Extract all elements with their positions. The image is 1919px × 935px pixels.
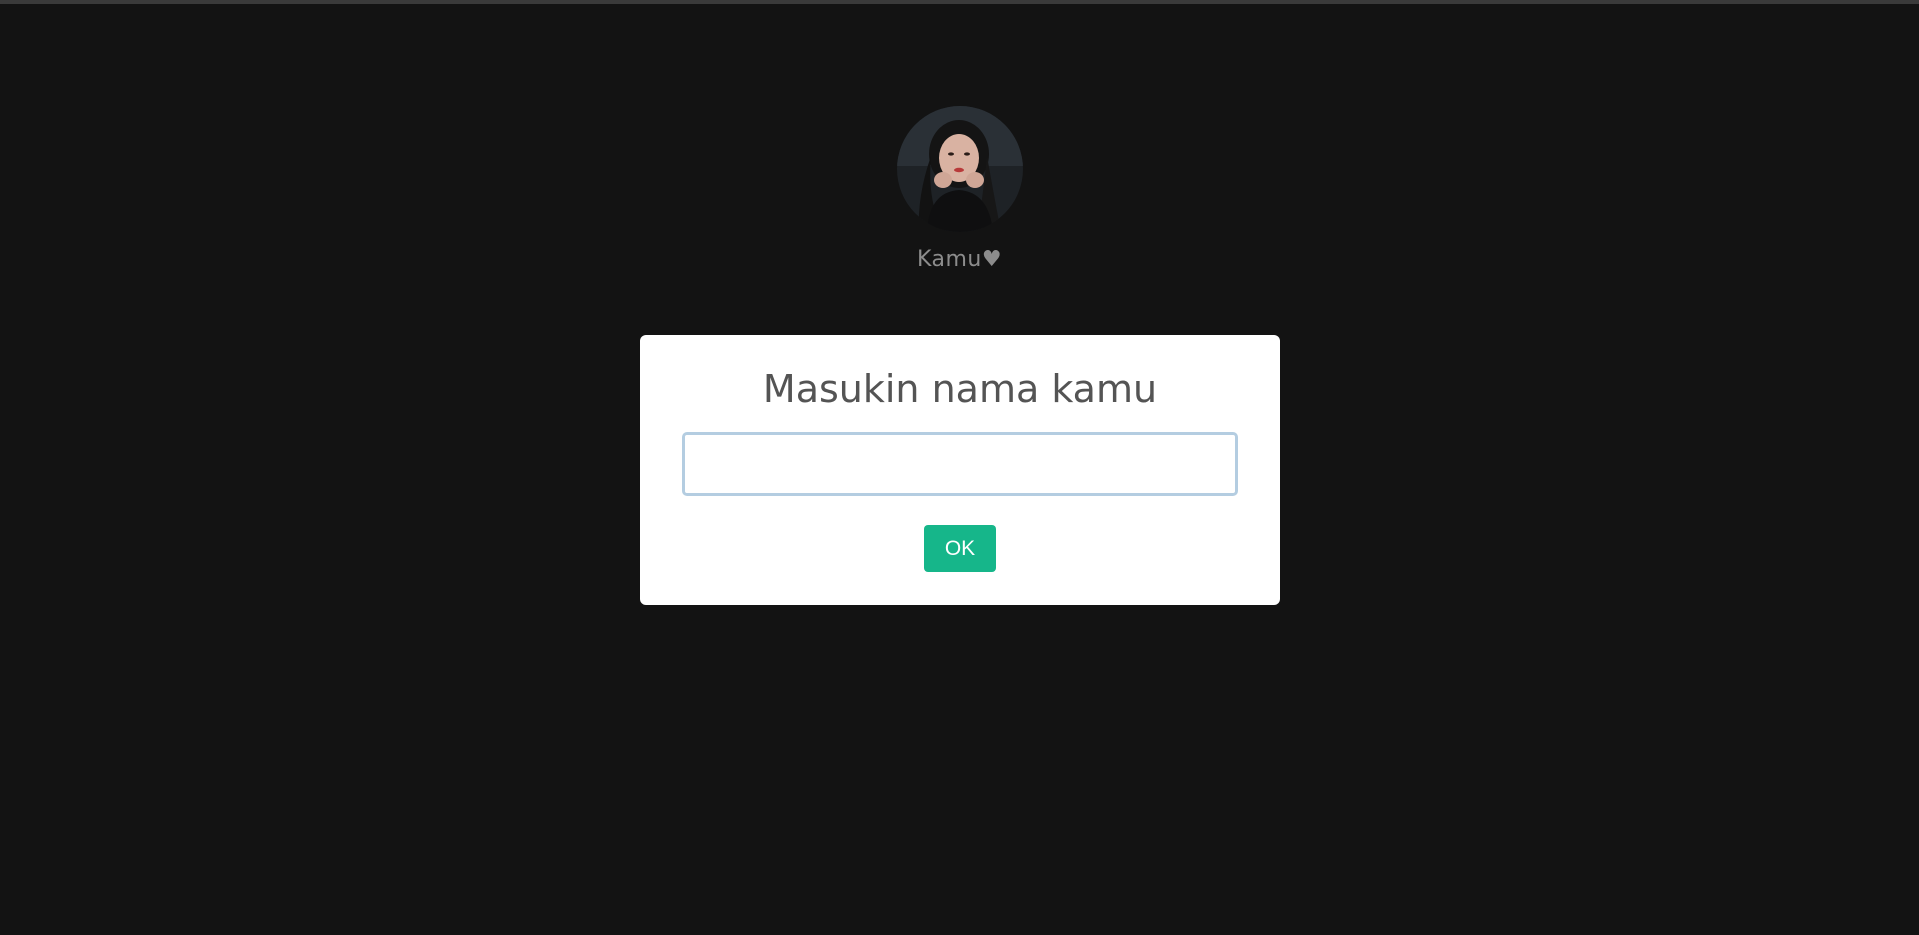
dialog-title: Masukin nama kamu xyxy=(762,367,1158,411)
name-input[interactable] xyxy=(682,432,1238,496)
window-top-border xyxy=(0,0,1919,4)
profile-section: Kamu♥ xyxy=(0,106,1919,272)
name-prompt-dialog: Masukin nama kamu OK xyxy=(640,335,1280,605)
profile-name: Kamu♥ xyxy=(916,247,1003,272)
avatar-photo xyxy=(896,106,1023,232)
avatar xyxy=(896,106,1023,232)
ok-button[interactable]: OK xyxy=(924,525,996,572)
